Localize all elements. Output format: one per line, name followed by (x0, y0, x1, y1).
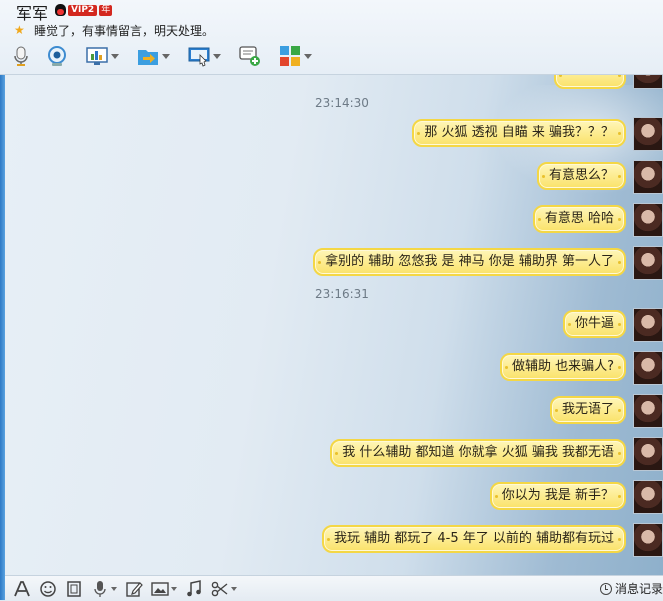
message-bubble[interactable]: 你以为 我是 新手？ (489, 482, 626, 510)
vip-badge[interactable]: VIP2 年 (55, 4, 113, 16)
apps-icon (280, 46, 300, 66)
send-image-button[interactable] (151, 579, 177, 599)
font-button[interactable] (13, 579, 31, 599)
clock-icon (599, 582, 612, 595)
message-timestamp: 23:16:31 (315, 287, 369, 301)
font-icon (14, 580, 30, 596)
star-icon: ★ (14, 23, 25, 37)
video-clip-button[interactable] (65, 579, 83, 599)
apps-button[interactable] (279, 43, 312, 69)
screen-share-button[interactable] (86, 43, 119, 69)
message-bubble[interactable]: 拿别的 辅助 忽悠我 是 神马 你是 辅助界 第一人了 (313, 248, 626, 276)
avatar[interactable] (633, 394, 663, 428)
avatar[interactable] (633, 160, 663, 194)
message-bubble[interactable]: 那 火狐 透视 自瞄 来 骗我？？？ (412, 119, 626, 147)
avatar[interactable] (633, 246, 663, 280)
film-icon (67, 580, 81, 597)
chevron-down-icon[interactable] (162, 53, 170, 59)
message-bubble[interactable] (554, 75, 626, 89)
music-button[interactable] (185, 579, 203, 599)
message-bubble[interactable]: 你牛逼 (562, 310, 626, 338)
chevron-down-icon[interactable] (111, 53, 119, 59)
avatar[interactable] (633, 351, 663, 385)
scissors-icon (211, 581, 228, 596)
webcam-icon (48, 46, 66, 66)
avatar[interactable] (633, 437, 663, 471)
message-bubble[interactable]: 我 什么辅助 都知道 你就拿 火狐 骗我 我都无语 (330, 439, 626, 467)
send-file-icon (138, 50, 158, 65)
voice-message-button[interactable] (91, 579, 117, 599)
avatar[interactable] (633, 75, 663, 89)
image-icon (151, 581, 169, 596)
message-timestamp: 23:14:30 (315, 96, 369, 110)
penguin-icon (55, 4, 66, 16)
message-history-label: 消息记录 (614, 582, 663, 596)
remote-assist-button[interactable] (188, 43, 221, 69)
chat-toolbar (10, 42, 318, 70)
avatar[interactable] (633, 117, 663, 151)
chat-message-area[interactable]: 23:14:30 那 火狐 透视 自瞄 来 骗我？？？ 有意思么？ 有意思 哈哈… (5, 75, 663, 575)
music-note-icon (187, 579, 201, 596)
avatar[interactable] (633, 523, 663, 557)
avatar[interactable] (633, 480, 663, 514)
microphone-icon (14, 46, 28, 66)
chevron-down-icon[interactable] (171, 586, 177, 591)
chevron-down-icon[interactable] (231, 586, 237, 591)
contact-signature: 睡觉了，有事情留言，明天处理。 (34, 24, 215, 38)
message-bubble[interactable]: 有意思么？ (536, 162, 626, 190)
vip-year: 年 (99, 4, 113, 16)
message-bubble[interactable]: 我玩 辅助 都玩了 4-5 年了 以前的 辅助都有玩过 (321, 525, 626, 553)
message-bubble[interactable]: 做辅助 也来骗人? (499, 353, 626, 381)
video-call-button[interactable] (46, 43, 68, 69)
send-file-button[interactable] (137, 43, 170, 69)
message-add-icon (239, 46, 260, 66)
message-bubble[interactable]: 有意思 哈哈 (532, 205, 626, 233)
contact-name[interactable]: 军军 (16, 0, 48, 24)
screenshot-button[interactable] (211, 579, 237, 599)
chevron-down-icon[interactable] (111, 586, 117, 591)
chevron-down-icon[interactable] (213, 53, 221, 59)
chevron-down-icon[interactable] (304, 53, 312, 59)
edit-icon (126, 581, 143, 597)
emoji-button[interactable] (39, 579, 57, 599)
microphone-icon (94, 580, 106, 597)
input-toolbar: 消息记录 (5, 575, 663, 601)
message-bubble[interactable]: 我无语了 (549, 396, 626, 424)
doodle-button[interactable] (125, 579, 143, 599)
create-discussion-button[interactable] (239, 43, 261, 69)
vip-level: VIP2 (68, 4, 98, 16)
voice-call-button[interactable] (10, 43, 32, 69)
share-screen-icon (86, 47, 108, 65)
message-history-button[interactable]: 消息记录 (599, 580, 663, 597)
avatar[interactable] (633, 203, 663, 237)
remote-desktop-icon (188, 47, 210, 67)
chat-header: 军军 VIP2 年 ★ 睡觉了，有事情留言，明天处理。 (0, 0, 663, 75)
smiley-icon (40, 580, 56, 597)
avatar[interactable] (633, 308, 663, 342)
